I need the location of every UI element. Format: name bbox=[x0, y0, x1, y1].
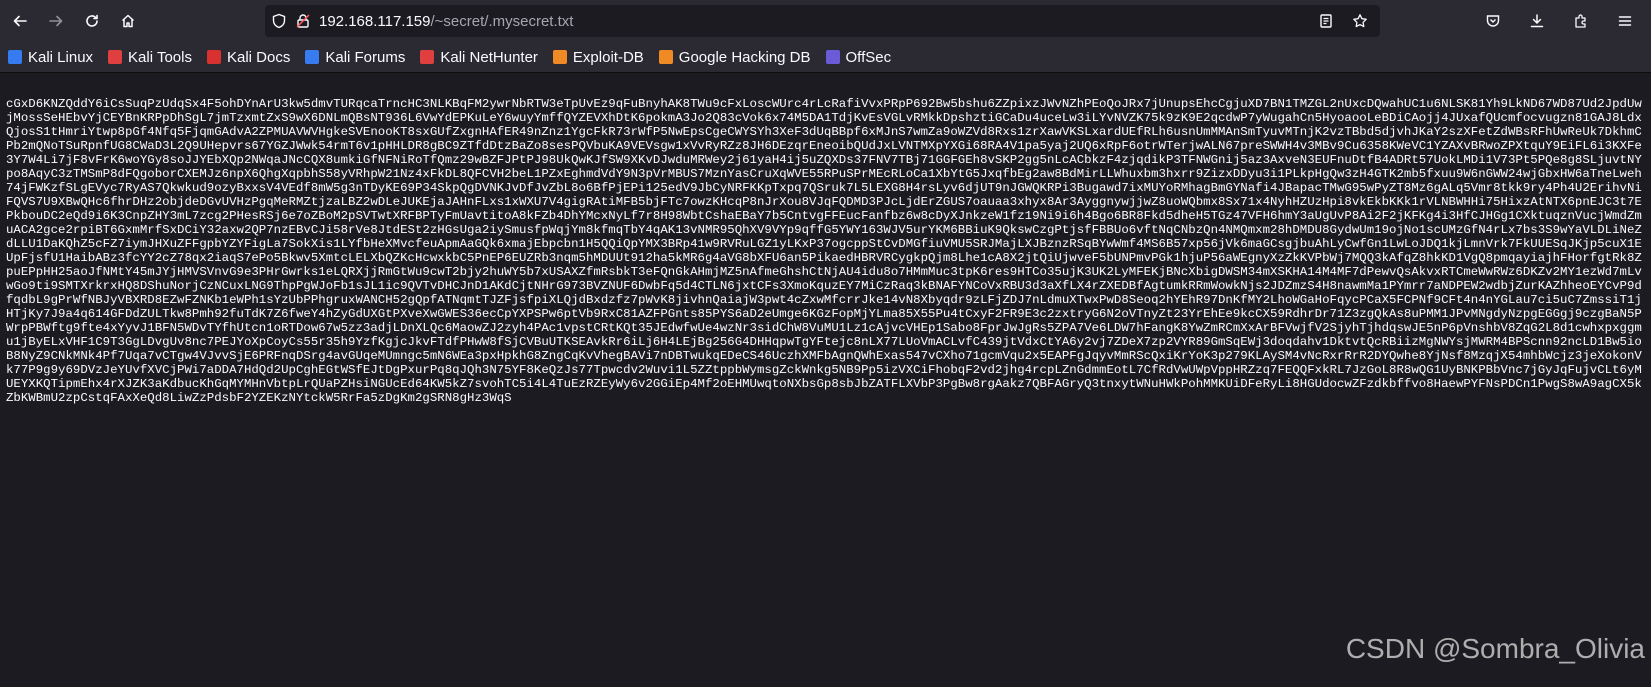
home-button[interactable] bbox=[112, 5, 144, 37]
kali-dragon-icon bbox=[8, 50, 22, 64]
hamburger-menu-icon bbox=[1618, 16, 1632, 26]
app-menu-button[interactable] bbox=[1609, 5, 1641, 37]
url-path: /~secret/.mysecret.txt bbox=[430, 12, 574, 30]
forward-button[interactable] bbox=[40, 5, 72, 37]
bookmark-label: Kali Docs bbox=[226, 48, 291, 66]
puzzle-icon bbox=[1575, 14, 1586, 28]
bookmark-item[interactable]: Kali Tools bbox=[108, 49, 192, 66]
bookmark-item[interactable]: Exploit-DB bbox=[552, 48, 644, 66]
kali-forums-icon bbox=[305, 50, 320, 64]
bookmark-label: Kali Forums bbox=[325, 48, 406, 66]
download-icon bbox=[1530, 14, 1544, 28]
bookmark-star-icon[interactable] bbox=[1348, 9, 1372, 33]
downloads-button[interactable] bbox=[1521, 5, 1553, 37]
file-content: cGxD6KNZQddY6iCsSuqPzUdqSx4F5ohDYnArU3kw… bbox=[6, 97, 1642, 406]
forward-arrow-icon bbox=[49, 15, 63, 27]
pocket-button[interactable] bbox=[1477, 5, 1509, 37]
kali-docs-icon bbox=[206, 50, 221, 64]
url-text[interactable]: 192.168.117.159/~secret/.mysecret.txt bbox=[319, 13, 573, 30]
kali-tools-icon bbox=[108, 50, 123, 64]
watermark: CSDN @Sombra_Olivia bbox=[1345, 633, 1645, 664]
extensions-button[interactable] bbox=[1565, 5, 1597, 37]
url-host: 192.168.117.159 bbox=[319, 12, 431, 30]
reload-icon bbox=[86, 14, 98, 27]
address-bar[interactable]: 192.168.117.159/~secret/.mysecret.txt bbox=[265, 5, 1380, 37]
ghdb-icon bbox=[658, 50, 673, 64]
home-icon bbox=[121, 14, 135, 28]
bookmark-label: Kali Linux bbox=[28, 48, 94, 66]
back-button[interactable] bbox=[4, 5, 36, 37]
bookmark-label: Google Hacking DB bbox=[678, 48, 811, 66]
offsec-icon bbox=[825, 50, 840, 64]
bookmark-item[interactable]: Kali Docs bbox=[206, 48, 291, 66]
tracking-protection-shield-icon[interactable] bbox=[267, 9, 291, 33]
reader-view-icon[interactable] bbox=[1314, 9, 1338, 33]
bookmark-item[interactable]: Kali NetHunter bbox=[420, 49, 538, 66]
exploit-db-icon bbox=[552, 50, 567, 64]
bookmark-item[interactable]: Kali Forums bbox=[305, 49, 405, 66]
nethunter-icon bbox=[420, 50, 435, 64]
bookmark-item[interactable]: Kali Linux bbox=[8, 49, 93, 66]
bookmarks-toolbar: Kali Linux Kali Tools Kali Docs Kali Forums… bbox=[0, 42, 1651, 73]
bookmark-item[interactable]: OffSec bbox=[825, 48, 892, 66]
pocket-icon bbox=[1486, 15, 1500, 27]
insecure-lock-icon[interactable] bbox=[291, 9, 315, 33]
bookmark-item[interactable]: Google Hacking DB bbox=[658, 48, 811, 66]
bookmark-label: OffSec bbox=[845, 48, 892, 66]
browser-toolbar: 192.168.117.159/~secret/.mysecret.txt bbox=[0, 0, 1651, 42]
bookmark-label: Exploit-DB bbox=[572, 48, 644, 66]
back-arrow-icon bbox=[13, 15, 27, 27]
reload-button[interactable] bbox=[76, 5, 108, 37]
bookmark-label: Kali Tools bbox=[128, 48, 192, 66]
bookmark-label: Kali NetHunter bbox=[440, 48, 538, 66]
